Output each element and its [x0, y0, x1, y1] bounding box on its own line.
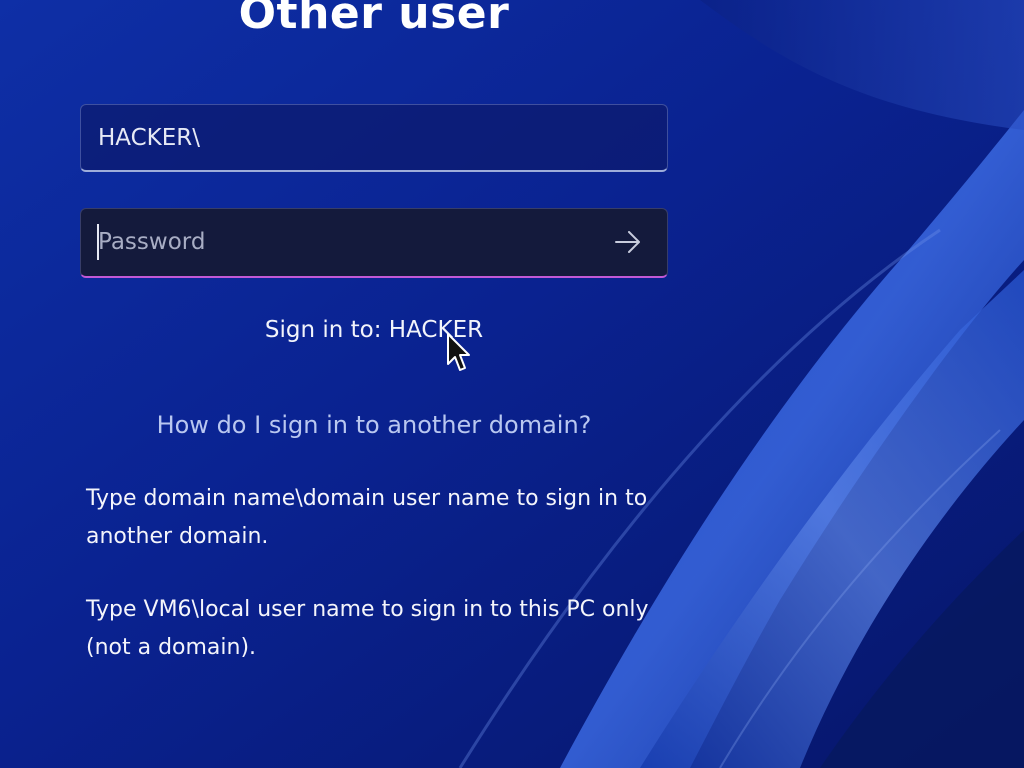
username-field[interactable]: [80, 104, 668, 172]
page-title: Other user: [238, 0, 510, 39]
sign-in-domain-label: Sign in to: HACKER: [264, 317, 484, 343]
help-link-other-domain[interactable]: How do I sign in to another domain?: [80, 408, 668, 442]
password-input[interactable]: [98, 209, 598, 275]
local-instruction-text: Type VM6\local user name to sign in to t…: [86, 597, 649, 660]
sign-in-panel: Other user Sign in to: HACKER How do I s…: [0, 0, 1024, 768]
password-field[interactable]: [80, 208, 668, 278]
arrow-right-icon: [615, 231, 640, 253]
username-input[interactable]: [98, 105, 598, 171]
domain-instruction-text: Type domain name\domain user name to sig…: [86, 486, 648, 549]
text-caret: [97, 224, 99, 260]
submit-button[interactable]: [608, 222, 648, 262]
mouse-pointer-icon: [447, 333, 470, 371]
